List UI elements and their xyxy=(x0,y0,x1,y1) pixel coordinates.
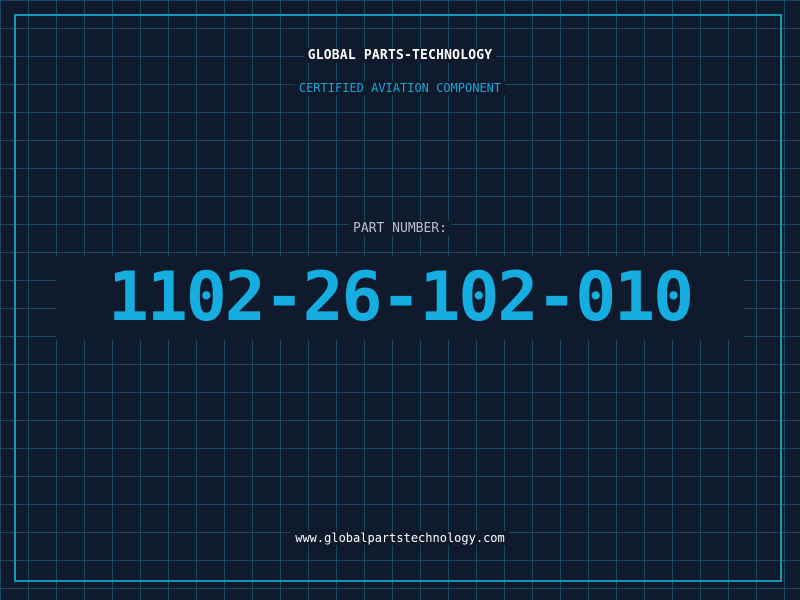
part-number-label-text: PART NUMBER: xyxy=(349,221,451,236)
part-label-card: GLOBAL PARTS-TECHNOLOGY CERTIFIED AVIATI… xyxy=(0,0,800,600)
company-name: GLOBAL PARTS-TECHNOLOGY xyxy=(0,48,800,63)
part-number-value: 1102-26-102-010 xyxy=(107,258,694,337)
part-number-label: PART NUMBER: xyxy=(0,221,800,236)
certification-tagline: CERTIFIED AVIATION COMPONENT xyxy=(0,81,800,95)
website-url-text: www.globalpartstechnology.com xyxy=(291,531,509,545)
website-url: www.globalpartstechnology.com xyxy=(0,531,800,545)
company-name-text: GLOBAL PARTS-TECHNOLOGY xyxy=(303,48,497,63)
certification-tagline-text: CERTIFIED AVIATION COMPONENT xyxy=(294,81,506,95)
